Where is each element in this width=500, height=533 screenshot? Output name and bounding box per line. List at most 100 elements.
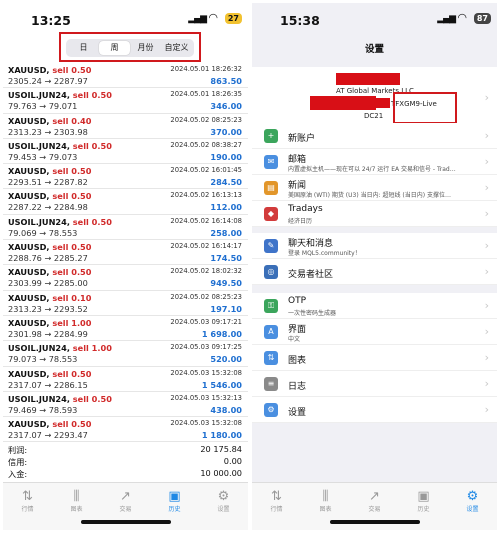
settings-item[interactable]: ▤ 新闻 美国原油 (WTI) 期货 (U3) 当日内: 超短线 (当日内) 支撑位… (252, 175, 497, 201)
account-id: DC21 (364, 112, 384, 120)
symbol-text: XAUUSD, (8, 368, 50, 379)
symbol-text: USOIL.JUN24, (8, 90, 70, 101)
symbol-text: USOIL.JUN24, (8, 140, 70, 151)
settings-item[interactable]: ≡ 日志 › (252, 371, 497, 397)
trade-row[interactable]: USOIL.JUN24, sell 0.50 2024.05.01 18:26:3… (3, 88, 248, 114)
settings-item[interactable]: ✎ 聊天和消息 登录 MQL5.community！ › (252, 233, 497, 259)
chart-icon: ⫼ (73, 489, 80, 504)
deposit-label: 入金: (8, 469, 28, 479)
tab-label: 设置 (466, 506, 479, 513)
quotes-icon: ⇅ (22, 489, 33, 504)
settings-item-label: 交易者社区 (288, 270, 334, 280)
account-card[interactable]: AT Global Markets LLC TFXGM9-Live DC21 › (252, 67, 497, 131)
trade-profit: 863.50 (210, 76, 242, 86)
settings-screen: 15:38 ▂▄▆ ◠ 87 设置 AT Global Markets LLC … (252, 3, 497, 530)
trade-profit: 438.00 (210, 404, 242, 415)
trade-row[interactable]: XAUUSD, sell 0.50 2024.05.02 18:02:32 2303… (3, 265, 248, 291)
trade-row[interactable]: XAUUSD, sell 0.40 2024.05.02 08:25:23 2313… (3, 114, 248, 139)
settings-item[interactable]: ⇅ 图表 › (252, 345, 497, 371)
trade-prices: 79.763 → 79.071 (8, 101, 78, 112)
trade-datetime: 2024.05.01 18:26:32 (170, 65, 242, 73)
trade-symbol: USOIL.JUN24, sell 0.50 (8, 394, 112, 404)
settings-item[interactable]: + 新账户 › (252, 123, 497, 149)
trade-row[interactable]: XAUUSD, sell 0.50 2024.05.03 15:32:08 2317… (3, 367, 248, 392)
tab-label: 图表 (319, 506, 332, 513)
settings-item[interactable]: ✉ 邮箱 内置虚拟主机——现在可以 24/7 运行 EA 交易和信号 - Trad…… (252, 149, 497, 175)
settings-item-label: 新账户 (288, 134, 316, 144)
trade-row[interactable]: XAUUSD, sell 0.50 2024.05.02 16:13:13 2287… (3, 189, 248, 215)
trade-datetime: 2024.05.02 16:01:45 (170, 166, 242, 175)
trade-row[interactable]: XAUUSD, sell 0.10 2024.05.02 08:25:23 2313… (3, 291, 248, 316)
trade-row[interactable]: XAUUSD, sell 0.50 2024.05.02 16:01:45 2293… (3, 164, 248, 190)
trade-side: sell 0.50 (72, 140, 112, 151)
new-account-icon: + (264, 129, 278, 143)
trade-row[interactable]: USOIL.JUN24, sell 0.50 2024.05.02 16:14:0… (3, 215, 248, 241)
trade-symbol: USOIL.JUN24, sell 0.50 (8, 217, 112, 227)
trade-prices: 2301.98 → 2284.99 (8, 328, 88, 339)
quotes-icon: ⇅ (271, 489, 282, 504)
tab-settings[interactable]: ⚙ 设置 (448, 483, 497, 530)
trade-prices: 79.069 → 78.553 (8, 227, 78, 238)
trade-symbol: USOIL.JUN24, sell 0.50 (8, 141, 112, 151)
settings-item[interactable]: ⚙ 设置 › (252, 397, 497, 423)
trade-symbol: XAUUSD, sell 0.50 (8, 166, 91, 176)
symbol-text: XAUUSD, (8, 65, 50, 75)
profit-value: 20 175.84 (200, 444, 242, 454)
trade-datetime: 2024.05.02 08:38:27 (170, 140, 242, 149)
trade-row[interactable]: XAUUSD, sell 0.50 2024.05.02 16:14:17 2288… (3, 240, 248, 266)
trade-prices: 79.453 → 79.073 (8, 151, 78, 162)
deposit-value: 10 000.00 (200, 468, 242, 478)
trade-row[interactable]: USOIL.JUN24, sell 0.50 2024.05.02 08:38:2… (3, 139, 248, 165)
symbol-text: XAUUSD, (8, 191, 50, 202)
tab-label: 历史 (168, 506, 181, 513)
signal-icon: ▂▄▆ (437, 14, 456, 24)
tab-quotes[interactable]: ⇅ 行情 (252, 483, 301, 530)
trade-profit: 284.50 (210, 177, 242, 188)
tab-label: 图表 (70, 506, 83, 513)
symbol-text: XAUUSD, (8, 242, 50, 253)
redaction-bar (310, 96, 376, 110)
trade-profit: 520.00 (210, 354, 242, 365)
symbol-text: XAUUSD, (8, 292, 50, 303)
settings-item-subtitle: 登录 MQL5.community！ (288, 250, 361, 257)
settings-item[interactable]: ⚿ OTP 一次性密码生成器 › (252, 293, 497, 319)
trade-side: sell 1.00 (72, 343, 112, 354)
tab-quotes[interactable]: ⇅ 行情 (3, 483, 52, 530)
tab-label: 历史 (417, 506, 430, 513)
trade-row[interactable]: USOIL.JUN24, sell 1.00 2024.05.03 09:17:2… (3, 341, 248, 367)
trade-row[interactable]: XAUUSD, sell 0.50 2024.05.03 15:32:08 2317… (3, 417, 248, 443)
trade-row[interactable]: XAUUSD, sell 0.50 2024.05.01 18:26:32 2305… (3, 63, 248, 89)
trade-side: sell 1.00 (52, 317, 92, 328)
tradays-icon: ◆ (264, 207, 278, 221)
trade-symbol: USOIL.JUN24, sell 0.50 (8, 90, 112, 100)
trade-profit: 346.00 (210, 101, 242, 112)
community-icon: ◎ (264, 265, 278, 279)
redaction-bar (336, 73, 400, 85)
symbol-text: XAUUSD, (8, 267, 50, 278)
settings-group-app: ⚿ OTP 一次性密码生成器 › A 界面 中文 › ⇅ 图表 › ≡ 日志 › ⚙ 设置 › (252, 293, 497, 423)
settings-item[interactable]: ◎ 交易者社区 › (252, 259, 497, 285)
chevron-right-icon: › (484, 265, 489, 278)
trade-profit: 1 180.00 (201, 430, 242, 441)
history-icon: ▣ (417, 489, 430, 504)
tab-settings[interactable]: ⚙ 设置 (199, 483, 248, 530)
trade-profit: 190.00 (210, 151, 242, 162)
trade-side: sell 0.40 (52, 115, 92, 126)
trade-symbol: XAUUSD, sell 0.50 (8, 242, 91, 252)
trade-row[interactable]: XAUUSD, sell 1.00 2024.05.03 09:17:21 2301… (3, 316, 248, 342)
trade-row[interactable]: USOIL.JUN24, sell 0.50 2024.05.03 15:32:1… (3, 392, 248, 418)
settings-item[interactable]: ◆ Tradays 经济日历 › (252, 201, 497, 227)
trade-side: sell 0.50 (72, 216, 112, 227)
trade-symbol: XAUUSD, sell 0.50 (8, 369, 91, 379)
trade-icon: ↗ (369, 489, 380, 504)
settings-item-label: 设置 (288, 408, 307, 418)
symbol-text: USOIL.JUN24, (8, 216, 70, 227)
trade-profit: 258.00 (210, 227, 242, 238)
symbol-text: USOIL.JUN24, (8, 343, 70, 354)
battery-indicator: 27 (224, 13, 242, 24)
trade-list: XAUUSD, sell 0.50 2024.05.01 18:26:32 2305… (3, 63, 248, 443)
trade-symbol: XAUUSD, sell 1.00 (8, 318, 91, 328)
chevron-right-icon: › (484, 299, 489, 312)
settings-item[interactable]: A 界面 中文 › (252, 319, 497, 345)
chevron-right-icon: › (484, 207, 489, 220)
